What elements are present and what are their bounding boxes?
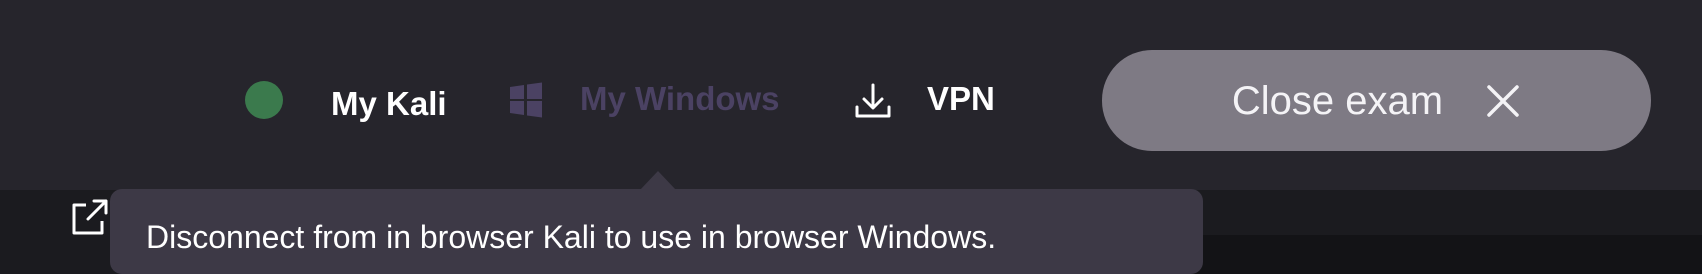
- tooltip: Disconnect from in browser Kali to use i…: [110, 189, 1203, 274]
- content-band: [1170, 235, 1702, 274]
- my-windows-link[interactable]: My Windows: [580, 79, 780, 119]
- close-icon: [1487, 84, 1519, 117]
- exam-header-region: My Kali My Windows VPN Close exam Discon…: [0, 0, 1702, 274]
- windows-icon: [510, 82, 542, 118]
- close-exam-button[interactable]: Close exam: [1102, 50, 1651, 151]
- kali-status-icon: [245, 81, 283, 119]
- close-exam-label: Close exam: [1231, 78, 1444, 123]
- vpn-link[interactable]: VPN: [927, 79, 995, 119]
- tooltip-text: Disconnect from in browser Kali to use i…: [146, 219, 997, 255]
- tooltip-arrow: [640, 171, 676, 190]
- top-bar: My Kali My Windows VPN Close exam: [0, 0, 1702, 190]
- my-kali-link[interactable]: My Kali: [331, 84, 447, 124]
- download-icon[interactable]: [852, 80, 894, 122]
- external-link-icon[interactable]: [68, 197, 110, 239]
